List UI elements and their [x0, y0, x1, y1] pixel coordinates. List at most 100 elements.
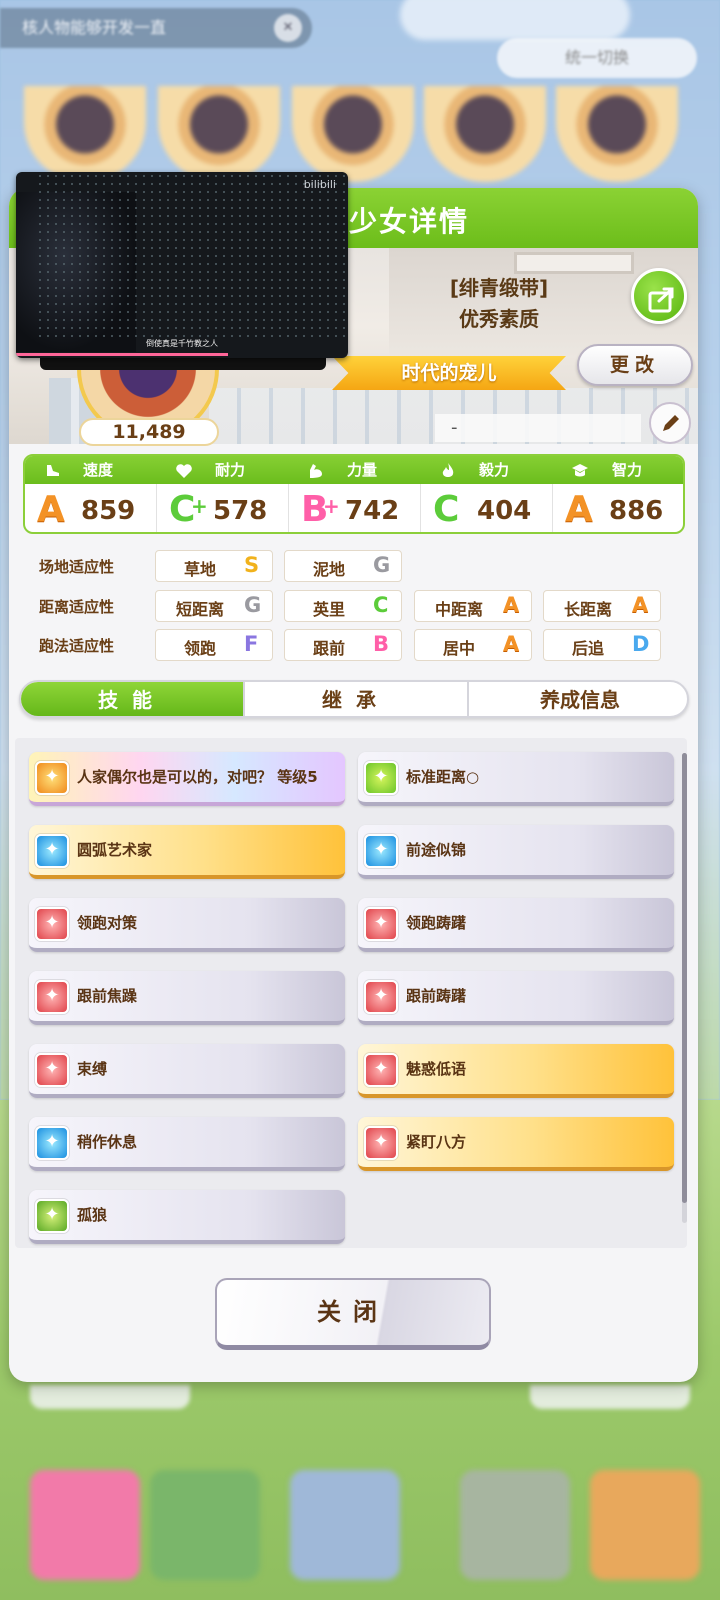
cloud: [400, 0, 630, 40]
skill-name: 紧盯八方: [406, 1133, 467, 1151]
skill-icon: [35, 1053, 69, 1087]
skill-icon: [364, 1126, 398, 1160]
flame-icon: [439, 461, 457, 479]
skill-item[interactable]: 孤狼: [29, 1190, 345, 1244]
stat-grade: B +: [301, 489, 340, 530]
aptitude-end: 后追 D: [543, 629, 661, 661]
floating-video-player[interactable]: bilibili 倒使真是千竹教之人: [16, 172, 348, 358]
aptitude-short: 短距离 G: [155, 590, 273, 622]
panel-title: 少女详情: [349, 205, 470, 238]
skill-item[interactable]: 圆弧艺术家: [29, 825, 345, 879]
skill-item[interactable]: 紧盯八方: [358, 1117, 674, 1171]
change-button[interactable]: 更改: [577, 344, 693, 386]
stats-table: 速度 A 859 耐力 C +578 力量 B +742 毅力 C 404 智力 A 88…: [23, 454, 685, 534]
background-switch-button: 统一切换: [497, 38, 697, 78]
skill-name: 标准距离○: [406, 768, 480, 786]
background-character-row: [0, 86, 720, 186]
stat-guts: 毅力 C 404: [421, 456, 553, 532]
skill-name: 领跑踌躇: [406, 914, 467, 932]
skill-name: 前途似锦: [406, 841, 467, 859]
rank-title-line1: [绯青缎带]: [449, 276, 549, 300]
skill-icon: [35, 834, 69, 868]
share-icon: [648, 287, 674, 313]
skill-icon: [35, 1126, 69, 1160]
aptitude-front: 领跑 F: [155, 629, 273, 661]
video-subtitle: 倒使真是千竹教之人: [146, 339, 218, 348]
skill-name: 孤狼: [77, 1206, 108, 1224]
skill-icon: [364, 1053, 398, 1087]
skill-name: 领跑对策: [77, 914, 138, 932]
skill-icon: [35, 980, 69, 1014]
tab-training-info[interactable]: 养成信息: [467, 682, 687, 716]
aptitude-pace: 跟前 B: [284, 629, 402, 661]
skills-list: 人家偶尔也是可以的，对吧？ 等级5 标准距离○ 圆弧艺术家 前途似锦领跑对策 领跑踌躇跟…: [15, 738, 687, 1248]
stat-value: 886: [609, 496, 664, 526]
aptitude-turf: 草地 S: [155, 550, 273, 582]
stat-grade: C: [433, 489, 460, 530]
skill-name: 跟前焦躁: [77, 987, 138, 1005]
skill-item[interactable]: 稍作休息: [29, 1117, 345, 1171]
skill-name: 人家偶尔也是可以的，对吧？ 等级5: [77, 768, 318, 786]
stat-value: 742: [345, 496, 400, 526]
aptitude-late: 居中 A: [414, 629, 532, 661]
muscle-icon: [307, 461, 325, 479]
stat-grade: A: [37, 489, 65, 530]
skill-icon: [35, 1199, 69, 1233]
clear-icon: ✕: [274, 14, 302, 42]
rank-title-line2: 优秀素质: [459, 307, 539, 331]
rating-score: 11,489: [79, 418, 219, 446]
skill-icon: [35, 907, 69, 941]
skills-scrollbar[interactable]: [682, 753, 687, 1223]
rank-title: [绯青缎带] 优秀素质: [409, 272, 589, 332]
video-progress-bar[interactable]: [16, 353, 229, 356]
edit-button[interactable]: [649, 402, 691, 444]
skill-item[interactable]: 前途似锦: [358, 825, 674, 879]
tab-inheritance[interactable]: 继承: [243, 682, 467, 716]
tab-skills[interactable]: 技能: [21, 682, 243, 716]
skill-name: 跟前踌躇: [406, 987, 467, 1005]
stat-power: 力量 B +742: [289, 456, 421, 532]
skill-icon: [364, 907, 398, 941]
skill-name: 稍作休息: [77, 1133, 138, 1151]
background-bottom-nav: [0, 1440, 720, 1600]
skill-icon: [364, 761, 398, 795]
video-scene: [36, 172, 348, 342]
skill-item[interactable]: 人家偶尔也是可以的，对吧？ 等级5: [29, 752, 345, 806]
skill-name: 束缚: [77, 1060, 108, 1078]
share-button[interactable]: [631, 268, 687, 324]
scrollbar-thumb[interactable]: [682, 753, 687, 1203]
background-search-bar: 核人物能够开发一直 ✕: [0, 8, 312, 48]
stat-wisdom: 智力 A 886: [553, 456, 683, 532]
nickname-field: -: [435, 414, 641, 442]
aptitude-dirt: 泥地 G: [284, 550, 402, 582]
pencil-icon: [663, 415, 679, 431]
close-button[interactable]: 关闭: [215, 1278, 491, 1350]
skill-item[interactable]: 领跑踌躇: [358, 898, 674, 952]
skill-item[interactable]: 跟前焦躁: [29, 971, 345, 1025]
aptitude-mile: 英里 C: [284, 590, 402, 622]
stat-value: 859: [81, 496, 136, 526]
skill-item[interactable]: 魅惑低语: [358, 1044, 674, 1098]
stat-speed: 速度 A 859: [25, 456, 157, 532]
skill-icon: [364, 834, 398, 868]
skill-name: 圆弧艺术家: [77, 841, 153, 859]
stat-value: 578: [213, 496, 268, 526]
skill-item[interactable]: 束缚: [29, 1044, 345, 1098]
stat-grade: A: [565, 489, 593, 530]
skill-item[interactable]: 跟前踌躇: [358, 971, 674, 1025]
heart-icon: [175, 461, 193, 479]
stat-grade: C +: [169, 489, 208, 530]
skill-item[interactable]: 标准距离○: [358, 752, 674, 806]
skill-name: 魅惑低语: [406, 1060, 467, 1078]
detail-tabs: 技能 继承 养成信息: [19, 680, 689, 718]
epithet-ribbon: 时代的宠儿: [332, 356, 566, 390]
skill-icon: [364, 980, 398, 1014]
aptitude-medium: 中距离 A: [414, 590, 532, 622]
skill-item[interactable]: 领跑对策: [29, 898, 345, 952]
shoe-icon: [43, 461, 61, 479]
skill-icon: [35, 761, 69, 795]
graduation-cap-icon: [571, 461, 589, 479]
video-logo: bilibili: [303, 178, 336, 191]
stat-value: 404: [477, 496, 532, 526]
stat-stamina: 耐力 C +578: [157, 456, 289, 532]
